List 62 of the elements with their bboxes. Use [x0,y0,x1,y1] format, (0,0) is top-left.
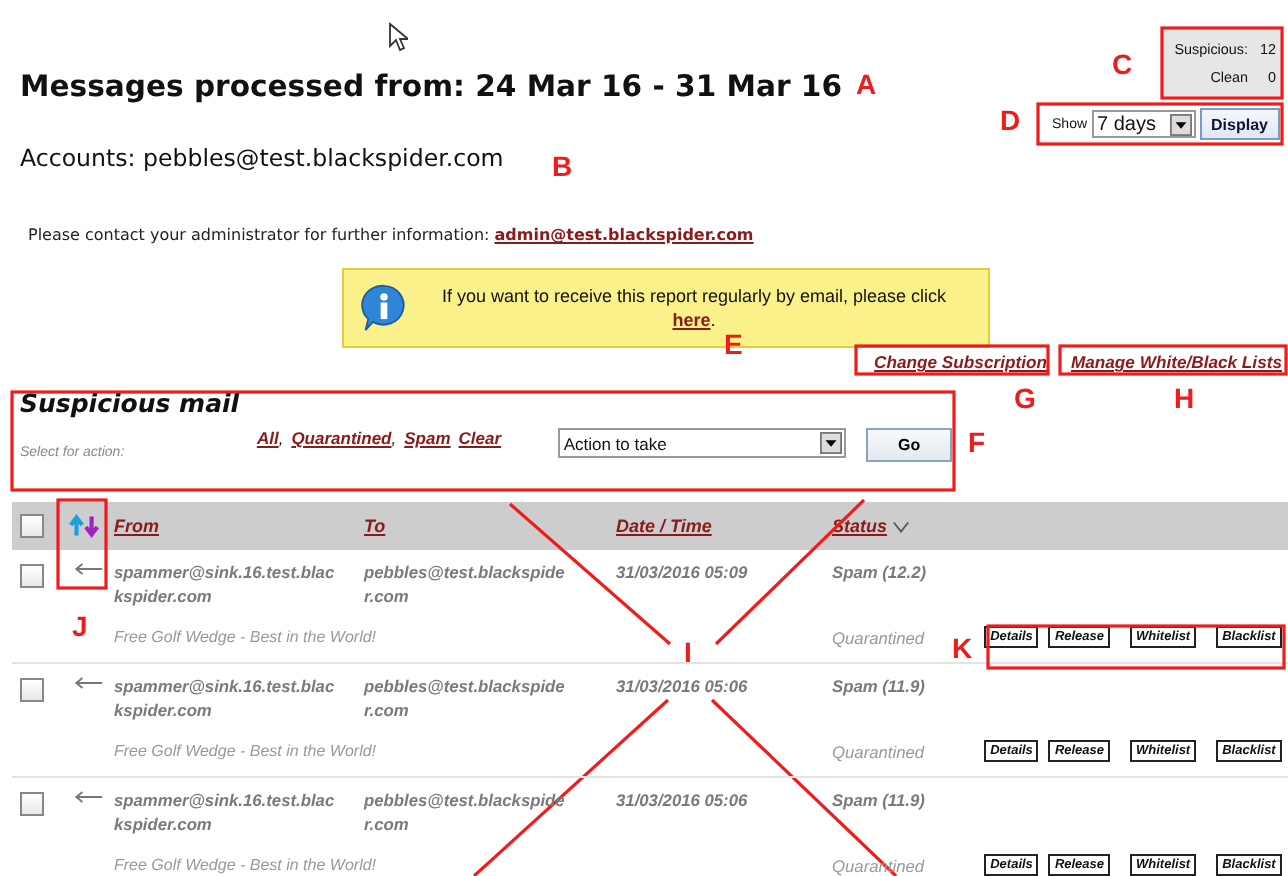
filter-link[interactable]: All [256,428,279,448]
annotation-label: H [1174,382,1195,414]
status-text: Spam (11.9) [832,674,925,698]
status-text: Spam (11.9) [832,788,925,812]
period-dropdown[interactable]: 7 days [1091,110,1196,138]
sender-text: spammer@sink.16.test.blackspider.com [114,560,337,608]
date-text: 31/03/2016 05:06 [616,788,750,812]
sender-text: spammer@sink.16.test.blackspider.com [114,674,337,722]
annotation-label: F [968,426,986,458]
go-button[interactable]: Go [866,428,952,462]
info-icon [360,284,408,332]
annotation-label: E [724,328,743,360]
date-text: 31/03/2016 05:09 [616,560,750,584]
disposition-text: Quarantined [832,627,925,647]
accounts-text: Accounts: pebbles@test.blackspider.com [20,144,504,172]
select-all-checkbox[interactable] [20,514,44,538]
subject-text: Free Golf Wedge - Best in the World! [112,856,379,874]
recipient-text: pebbles@test.blackspider.com [364,674,567,722]
row-checkbox[interactable] [20,678,44,702]
dropdown-icon [820,432,843,454]
row-checkbox[interactable] [20,564,44,588]
annotation-frame [56,498,108,590]
left-arrow-icon [74,562,104,576]
subject-text: Free Golf Wedge - Best in the World! [112,742,379,760]
left-arrow-icon [74,676,104,690]
annotation-label: C [1112,48,1133,80]
annotation-label: K [952,632,973,664]
column-header-link[interactable]: Date / Time [616,516,712,536]
page-title: Messages processed from: 24 Mar 16 - 31 Mar 16 [20,68,843,108]
row-checkbox[interactable] [20,792,44,816]
contact-text: Please contact your administrator for further information: admin@test.blackspider.com [26,226,756,244]
separator-text: , [391,428,397,448]
column-header-link[interactable]: To [364,516,386,536]
filter-link[interactable]: Quarantined [291,428,392,448]
sort-arrows-icon[interactable] [68,514,102,538]
section-title: Suspicious mail [20,388,242,418]
action-dropdown[interactable]: Action to take [557,428,847,458]
column-header-link[interactable]: From [114,516,159,536]
annotation-label: J [72,610,88,642]
display-button[interactable]: Display [1199,108,1280,140]
filter-link[interactable]: Spam [404,428,451,448]
mouse-pointer-icon [388,22,408,52]
annotation-label: I [684,636,692,668]
sender-text: spammer@sink.16.test.blackspider.com [114,788,337,836]
date-text: 31/03/2016 05:06 [616,674,750,698]
annotation-label: G [1014,382,1036,414]
here-link[interactable]: here [672,310,711,330]
disposition-text: Quarantined [832,741,925,761]
annotation-label: D [1000,104,1021,136]
annotation-label: A [856,68,877,100]
left-arrow-icon [74,790,104,804]
separator-text: , [278,428,284,448]
filter-link[interactable]: Clear [458,428,502,448]
banner-text: If you want to receive this report regularly by email, please click here. [439,284,949,332]
page-link[interactable]: Manage White/Black Lists [1070,352,1282,372]
status-text: Spam (12.2) [832,560,927,584]
admin-email-link[interactable]: admin@test.blackspider.com [494,226,754,244]
chevron-down-icon [891,519,910,533]
dropdown-icon [1169,113,1192,135]
subject-text: Free Golf Wedge - Best in the World! [112,628,379,646]
annotation-label: B [552,150,573,182]
recipient-text: pebbles@test.blackspider.com [364,560,567,608]
